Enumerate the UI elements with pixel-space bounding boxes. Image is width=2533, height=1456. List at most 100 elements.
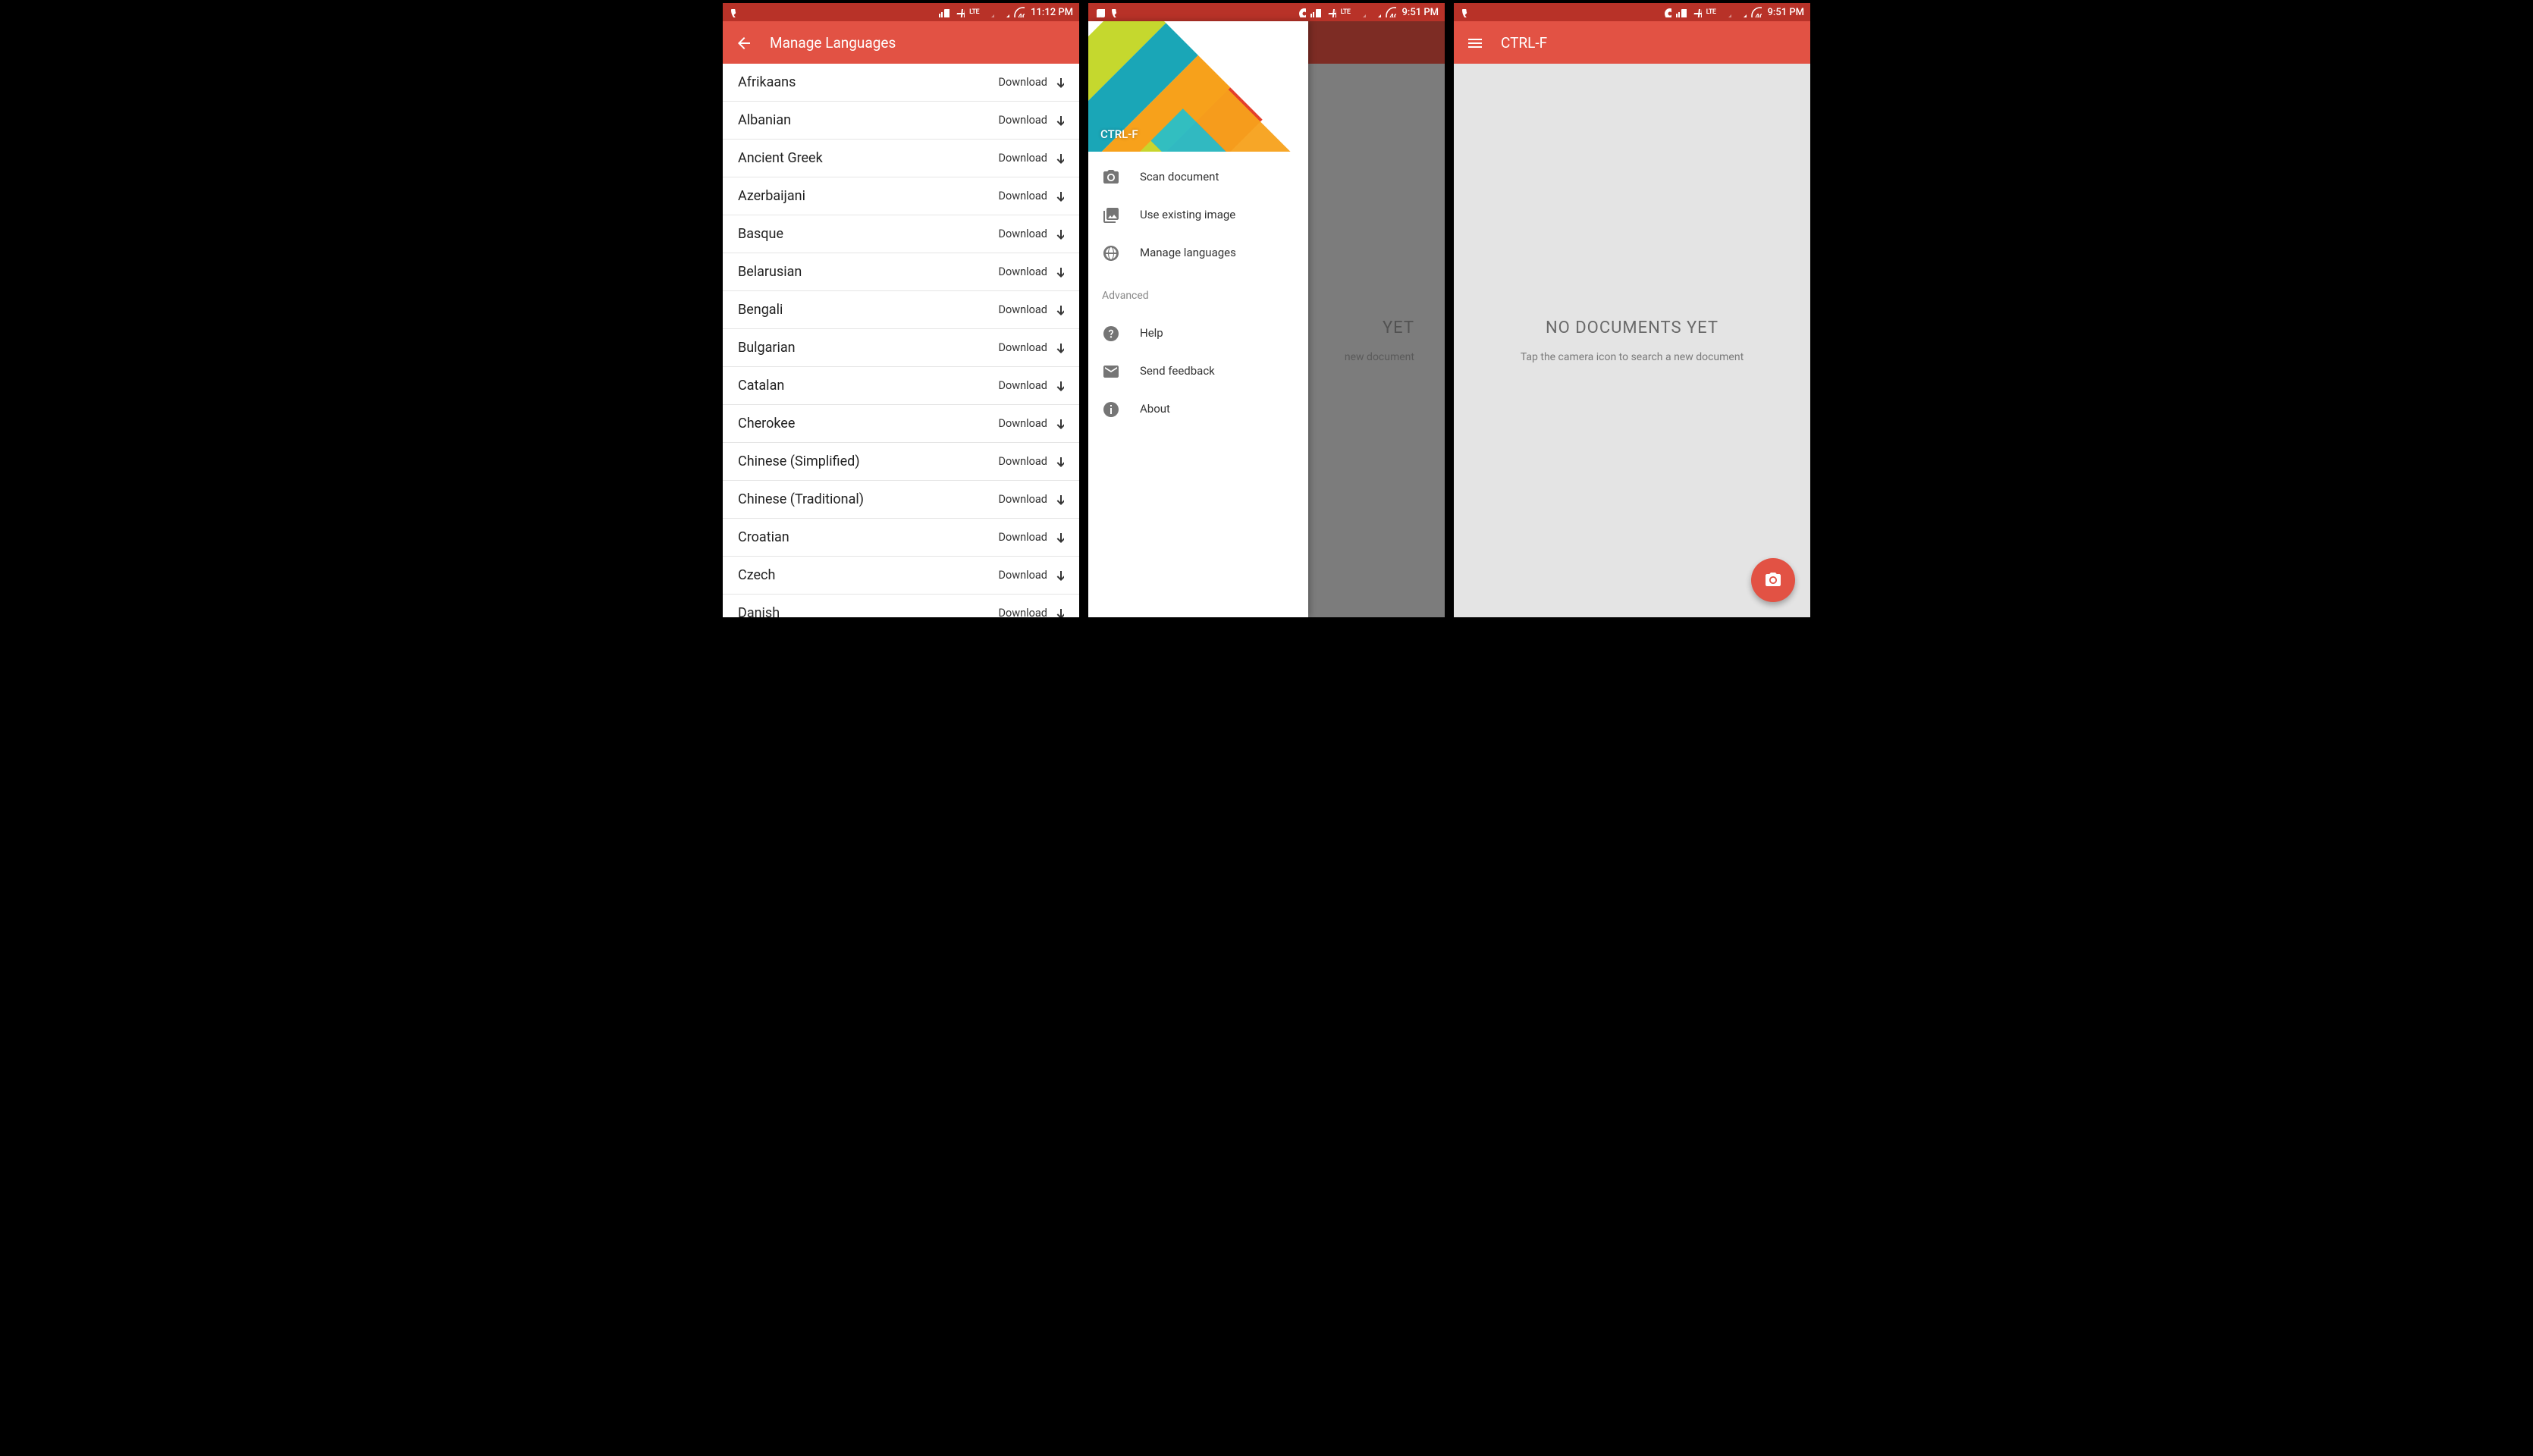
language-name: Czech xyxy=(738,567,775,583)
download-button[interactable]: Download xyxy=(998,493,1064,506)
vibrate-icon xyxy=(1310,7,1321,17)
language-list[interactable]: AfrikaansDownloadAlbanianDownloadAncient… xyxy=(723,64,1079,617)
empty-subtext: Tap the camera icon to search a new docu… xyxy=(1521,351,1744,363)
signal-x-icon xyxy=(1721,7,1731,17)
signal-icon xyxy=(1370,7,1381,17)
drawer-section-advanced: Advanced xyxy=(1088,278,1308,308)
download-button[interactable]: Download xyxy=(998,152,1064,165)
language-name: Bengali xyxy=(738,302,783,318)
download-icon xyxy=(1052,418,1064,430)
download-button[interactable]: Download xyxy=(998,114,1064,127)
language-row[interactable]: CroatianDownload xyxy=(723,519,1079,557)
lte-label: LTE xyxy=(969,8,979,16)
download-icon xyxy=(1052,494,1064,506)
hash-icon xyxy=(1326,7,1336,17)
download-button[interactable]: Download xyxy=(998,265,1064,278)
page-title: CTRL-F xyxy=(1501,34,1547,52)
language-name: Danish xyxy=(738,605,780,617)
menu-icon[interactable] xyxy=(1466,34,1483,51)
download-icon xyxy=(1052,532,1064,544)
drawer-item-scan-document[interactable]: Scan document xyxy=(1088,158,1308,196)
help-icon xyxy=(1102,325,1119,341)
download-button[interactable]: Download xyxy=(998,417,1064,430)
download-label: Download xyxy=(998,265,1047,278)
download-button[interactable]: Download xyxy=(998,303,1064,316)
signal-icon xyxy=(999,7,1009,17)
download-button[interactable]: Download xyxy=(998,455,1064,468)
language-row[interactable]: Czech Download xyxy=(723,557,1079,595)
nav-drawer: CTRL-F Scan document Use existing image Ma… xyxy=(1088,21,1308,617)
drawer-brand: CTRL-F xyxy=(1100,127,1138,141)
drawer-item-use-existing-image[interactable]: Use existing image xyxy=(1088,196,1308,234)
language-name: Ancient Greek xyxy=(738,150,823,166)
language-row[interactable]: AlbanianDownload xyxy=(723,102,1079,140)
drawer-item-help[interactable]: Help xyxy=(1088,314,1308,352)
language-row[interactable]: AzerbaijaniDownload xyxy=(723,177,1079,215)
download-label: Download xyxy=(998,531,1047,544)
language-row[interactable]: BasqueDownload xyxy=(723,215,1079,253)
vibrate-icon xyxy=(1676,7,1687,17)
download-label: Download xyxy=(998,493,1047,506)
drawer-item-about[interactable]: About xyxy=(1088,390,1308,428)
network-4g-icon xyxy=(1751,7,1762,17)
clock: 9:51 PM xyxy=(1402,7,1439,18)
drawer-item-label: Manage languages xyxy=(1140,246,1236,259)
camera-icon xyxy=(1764,571,1782,589)
language-row[interactable]: CatalanDownload xyxy=(723,367,1079,405)
drawer-item-send-feedback[interactable]: Send feedback xyxy=(1088,352,1308,390)
status-bar: LTE 11:12 PM xyxy=(723,3,1079,21)
download-label: Download xyxy=(998,417,1047,430)
language-row[interactable]: Bengali Download xyxy=(723,291,1079,329)
download-button[interactable]: Download xyxy=(998,76,1064,89)
screen-manage-languages: LTE 11:12 PM Manage Languages Afrikaans D… xyxy=(723,3,1079,617)
camera-icon xyxy=(1102,168,1119,185)
location-icon xyxy=(1295,7,1306,17)
language-row[interactable]: Afrikaans Download xyxy=(723,64,1079,102)
empty-sub-fragment: new document xyxy=(1345,351,1422,363)
language-row[interactable]: BulgarianDownload xyxy=(723,329,1079,367)
language-name: Afrikaans xyxy=(738,74,796,90)
download-label: Download xyxy=(998,341,1047,354)
hash-icon xyxy=(1691,7,1702,17)
language-name: Chinese (Simplified) xyxy=(738,453,860,469)
drawer-item-manage-languages[interactable]: Manage languages xyxy=(1088,234,1308,271)
signal-icon xyxy=(1736,7,1747,17)
camera-fab[interactable] xyxy=(1751,558,1795,602)
download-icon xyxy=(1052,77,1064,89)
clock: 11:12 PM xyxy=(1031,7,1073,18)
drawer-item-label: Use existing image xyxy=(1140,208,1235,221)
download-label: Download xyxy=(998,228,1047,240)
download-button[interactable]: Download xyxy=(998,341,1064,354)
empty-heading: NO DOCUMENTS YET xyxy=(1546,318,1718,337)
empty-heading-fragment: YET xyxy=(1383,318,1422,337)
language-row[interactable]: Chinese (Traditional) Download xyxy=(723,481,1079,519)
language-name: Cherokee xyxy=(738,416,795,431)
download-button[interactable]: Download xyxy=(998,228,1064,240)
page-title: Manage Languages xyxy=(770,34,896,52)
download-button[interactable]: Download xyxy=(998,607,1064,617)
language-row[interactable]: Danish Download xyxy=(723,595,1079,617)
back-icon[interactable] xyxy=(735,34,752,51)
info-icon xyxy=(1102,400,1119,417)
download-icon xyxy=(1052,456,1064,468)
screen-home-empty: LTE 9:51 PM CTRL-F NO DOCUMENTS YET Tap … xyxy=(1454,3,1810,617)
download-icon xyxy=(1052,115,1064,127)
language-row[interactable]: Cherokee Download xyxy=(723,405,1079,443)
download-button[interactable]: Download xyxy=(998,190,1064,202)
phone-icon xyxy=(1460,7,1471,17)
lte-label: LTE xyxy=(1706,8,1716,16)
language-row[interactable]: Ancient Greek Download xyxy=(723,140,1079,177)
download-button[interactable]: Download xyxy=(998,569,1064,582)
download-label: Download xyxy=(998,152,1047,165)
language-row[interactable]: Chinese (Simplified) Download xyxy=(723,443,1079,481)
download-icon xyxy=(1052,607,1064,618)
download-button[interactable]: Download xyxy=(998,379,1064,392)
language-row[interactable]: BelarusianDownload xyxy=(723,253,1079,291)
drawer-advanced-list: HelpSend feedback About xyxy=(1088,308,1308,434)
drawer-header: CTRL-F xyxy=(1088,21,1308,152)
language-name: Chinese (Traditional) xyxy=(738,491,864,507)
phone-icon xyxy=(1110,7,1120,17)
drawer-item-label: About xyxy=(1140,402,1170,416)
download-button[interactable]: Download xyxy=(998,531,1064,544)
image-stack-icon xyxy=(1102,206,1119,223)
